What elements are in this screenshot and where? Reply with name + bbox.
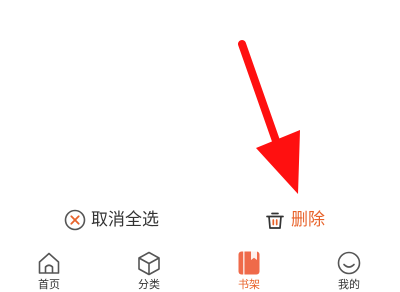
circle-x-icon — [64, 209, 86, 231]
delete-button[interactable]: 删除 — [264, 208, 325, 232]
home-icon — [35, 250, 63, 276]
bottom-tab-bar: 首页 分类 书架 我的 — [0, 250, 400, 292]
delete-label: 删除 — [291, 210, 325, 230]
tab-category[interactable]: 分类 — [119, 250, 179, 292]
cancel-select-all-label: 取消全选 — [91, 210, 159, 230]
tab-home[interactable]: 首页 — [19, 250, 79, 292]
edit-action-bar: 取消全选 删除 — [0, 200, 400, 240]
red-arrow-annotation — [238, 40, 300, 194]
tab-mine-label: 我的 — [338, 278, 360, 291]
profile-smile-icon — [335, 250, 363, 276]
tab-bookshelf-label: 书架 — [238, 278, 260, 291]
tab-mine[interactable]: 我的 — [319, 250, 379, 292]
cancel-select-all-button[interactable]: 取消全选 — [64, 208, 159, 232]
bookshelf-edit-screen: 取消全选 删除 首页 分类 书架 我的 — [0, 0, 400, 292]
tab-home-label: 首页 — [38, 278, 60, 291]
bookshelf-icon — [235, 250, 263, 276]
category-cube-icon — [135, 250, 163, 276]
tab-bookshelf[interactable]: 书架 — [219, 250, 279, 292]
tab-category-label: 分类 — [138, 278, 160, 291]
trash-icon — [264, 209, 286, 231]
